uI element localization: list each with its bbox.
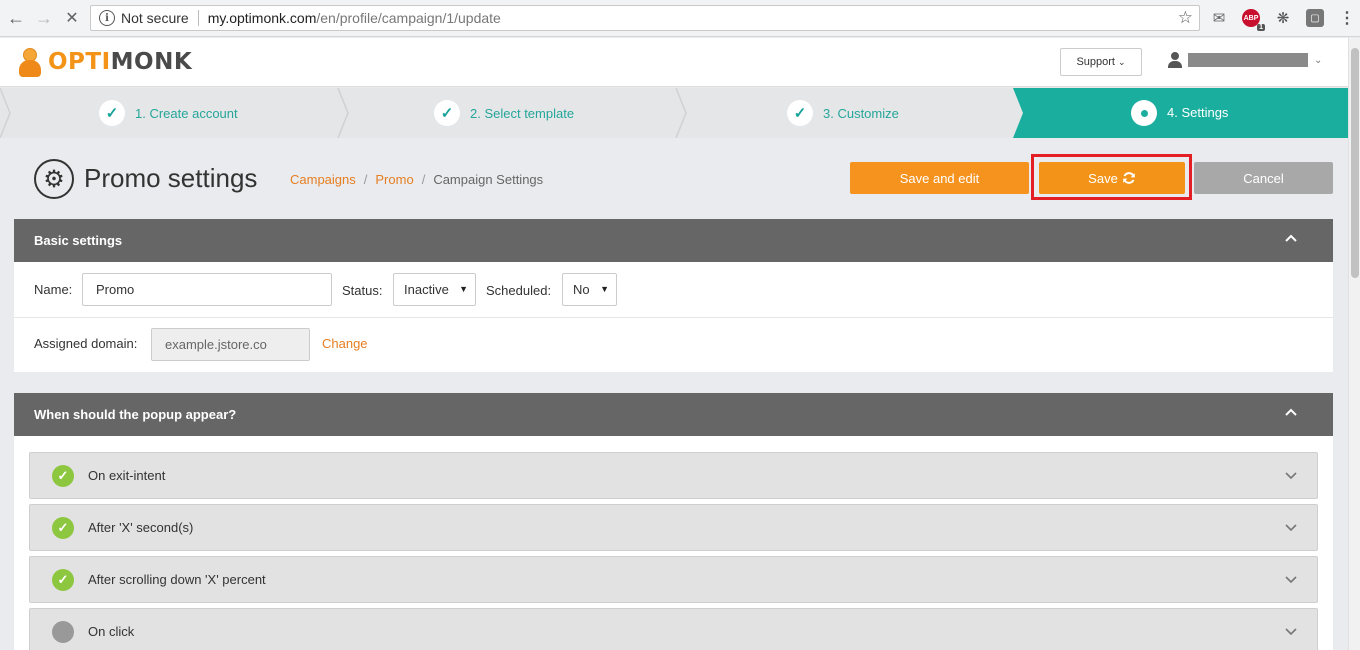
trigger-on-click[interactable]: On click xyxy=(29,608,1318,650)
disabled-circle-icon xyxy=(52,621,74,643)
user-icon xyxy=(1168,52,1182,68)
optimonk-logo[interactable]: OPTIMONK xyxy=(18,47,192,77)
dropdown-arrow-icon: ▼ xyxy=(459,284,468,294)
chevron-down-icon[interactable] xyxy=(1285,625,1297,637)
trigger-label: On exit-intent xyxy=(88,468,166,483)
redacted-username xyxy=(1188,53,1308,67)
scheduled-value: No xyxy=(573,282,590,297)
refresh-icon xyxy=(1123,172,1135,184)
trigger-after-scrolling[interactable]: ✓ After scrolling down 'X' percent xyxy=(29,556,1318,603)
assigned-domain-label: Assigned domain: xyxy=(34,336,138,351)
save-and-edit-button[interactable]: Save and edit xyxy=(850,162,1029,194)
breadcrumb-campaigns[interactable]: Campaigns xyxy=(290,172,356,187)
address-bar[interactable]: i Not secure my.optimonk.com/en/profile/… xyxy=(90,5,1200,31)
page-title: Promo settings xyxy=(84,163,258,193)
user-menu[interactable]: ⌄ xyxy=(1168,52,1322,68)
step-customize[interactable]: ✓ 3. Customize xyxy=(787,88,899,138)
page-scrollbar[interactable] xyxy=(1348,38,1360,650)
step-label: 4. Settings xyxy=(1167,105,1229,120)
mail-extension-icon[interactable]: ✉ xyxy=(1210,9,1228,27)
scrollbar-thumb[interactable] xyxy=(1351,48,1359,278)
page-title-row: ⚙ Promo settings Campaigns / Promo / Campaig… xyxy=(0,138,1348,218)
save-button[interactable]: Save xyxy=(1039,162,1185,194)
support-label: Support xyxy=(1076,56,1115,68)
name-input[interactable]: Promo xyxy=(82,273,332,306)
check-icon: ✓ xyxy=(99,100,125,126)
app-header: OPTIMONK Support ⌄ ⌄ xyxy=(0,38,1348,87)
name-label: Name: xyxy=(34,282,73,297)
current-step-icon xyxy=(1131,100,1157,126)
trigger-label: After 'X' second(s) xyxy=(88,520,194,535)
chevron-up-icon[interactable] xyxy=(1285,406,1297,418)
panel-title: Basic settings xyxy=(34,233,123,248)
basic-settings-header[interactable]: Basic settings xyxy=(14,219,1333,262)
step-select-template[interactable]: ✓ 2. Select template xyxy=(434,88,574,138)
extension-icon[interactable]: ▢ xyxy=(1306,9,1324,27)
info-icon[interactable]: i xyxy=(99,10,115,26)
browser-toolbar: ← → ✕ i Not secure my.optimonk.com/en/pr… xyxy=(0,0,1360,37)
adblock-badge: 1 xyxy=(1257,24,1265,31)
status-label: Status: xyxy=(342,283,383,298)
cancel-button[interactable]: Cancel xyxy=(1194,162,1333,194)
scheduled-select[interactable]: No ▼ xyxy=(562,273,617,306)
browser-menu-icon[interactable]: ⋮ xyxy=(1338,9,1356,27)
step-label: 1. Create account xyxy=(135,105,238,121)
breadcrumb-promo[interactable]: Promo xyxy=(375,172,413,187)
forward-arrow-icon[interactable]: → xyxy=(34,8,54,28)
save-label: Save xyxy=(1088,170,1118,186)
step-settings[interactable]: 4. Settings xyxy=(1013,88,1348,138)
monk-mascot-icon xyxy=(18,47,42,77)
trigger-label: After scrolling down 'X' percent xyxy=(88,572,266,587)
trigger-label: On click xyxy=(88,624,135,639)
check-icon: ✓ xyxy=(787,100,813,126)
chevron-down-icon: ⌄ xyxy=(1314,54,1323,66)
check-circle-icon: ✓ xyxy=(52,517,74,539)
step-label: 3. Customize xyxy=(823,105,899,121)
omnibox-divider xyxy=(197,10,199,26)
step-label: 2. Select template xyxy=(470,105,575,121)
chevron-down-icon[interactable] xyxy=(1285,573,1297,585)
chevron-up-icon[interactable] xyxy=(1285,232,1297,244)
change-domain-link[interactable]: Change xyxy=(322,336,368,351)
check-circle-icon: ✓ xyxy=(52,465,74,487)
adblock-extension-icon[interactable]: ABP 1 xyxy=(1242,9,1265,31)
popup-triggers-header[interactable]: When should the popup appear? xyxy=(14,393,1333,436)
panel-title: When should the popup appear? xyxy=(34,407,237,422)
url-path: /en/profile/campaign/1/update xyxy=(316,10,501,26)
stop-loading-icon[interactable]: ✕ xyxy=(62,8,82,28)
basic-settings-body: Name: Promo Status: Inactive ▼ Scheduled… xyxy=(14,262,1333,372)
chevron-down-icon[interactable] xyxy=(1285,521,1297,533)
assigned-domain-field: example.jstore.co xyxy=(151,328,310,361)
breadcrumb: Campaigns / Promo / Campaign Settings xyxy=(290,172,544,187)
status-value: Inactive xyxy=(404,282,449,297)
bug-extension-icon[interactable]: ❋ xyxy=(1274,9,1292,27)
url-text[interactable]: my.optimonk.com/en/profile/campaign/1/up… xyxy=(208,10,501,26)
security-label[interactable]: Not secure xyxy=(121,10,189,26)
check-icon: ✓ xyxy=(434,100,460,126)
check-circle-icon: ✓ xyxy=(52,569,74,591)
dropdown-arrow-icon: ▼ xyxy=(600,284,609,294)
row-divider xyxy=(14,317,1333,318)
status-select[interactable]: Inactive ▼ xyxy=(393,273,476,306)
logo-wordmark: OPTIMONK xyxy=(48,49,193,75)
chevron-down-icon[interactable] xyxy=(1285,469,1297,481)
gear-icon: ⚙ xyxy=(34,159,74,199)
trigger-exit-intent[interactable]: ✓ On exit-intent xyxy=(29,452,1318,499)
trigger-after-seconds[interactable]: ✓ After 'X' second(s) xyxy=(29,504,1318,551)
back-arrow-icon[interactable]: ← xyxy=(6,8,26,28)
support-dropdown-button[interactable]: Support ⌄ xyxy=(1060,48,1142,76)
step-create-account[interactable]: ✓ 1. Create account xyxy=(99,88,238,138)
breadcrumb-current: Campaign Settings xyxy=(433,172,544,187)
bookmark-star-icon[interactable]: ☆ xyxy=(1178,8,1193,28)
scheduled-label: Scheduled: xyxy=(486,283,552,298)
chevron-down-icon: ⌄ xyxy=(1117,56,1126,67)
url-host: my.optimonk.com xyxy=(207,10,317,26)
